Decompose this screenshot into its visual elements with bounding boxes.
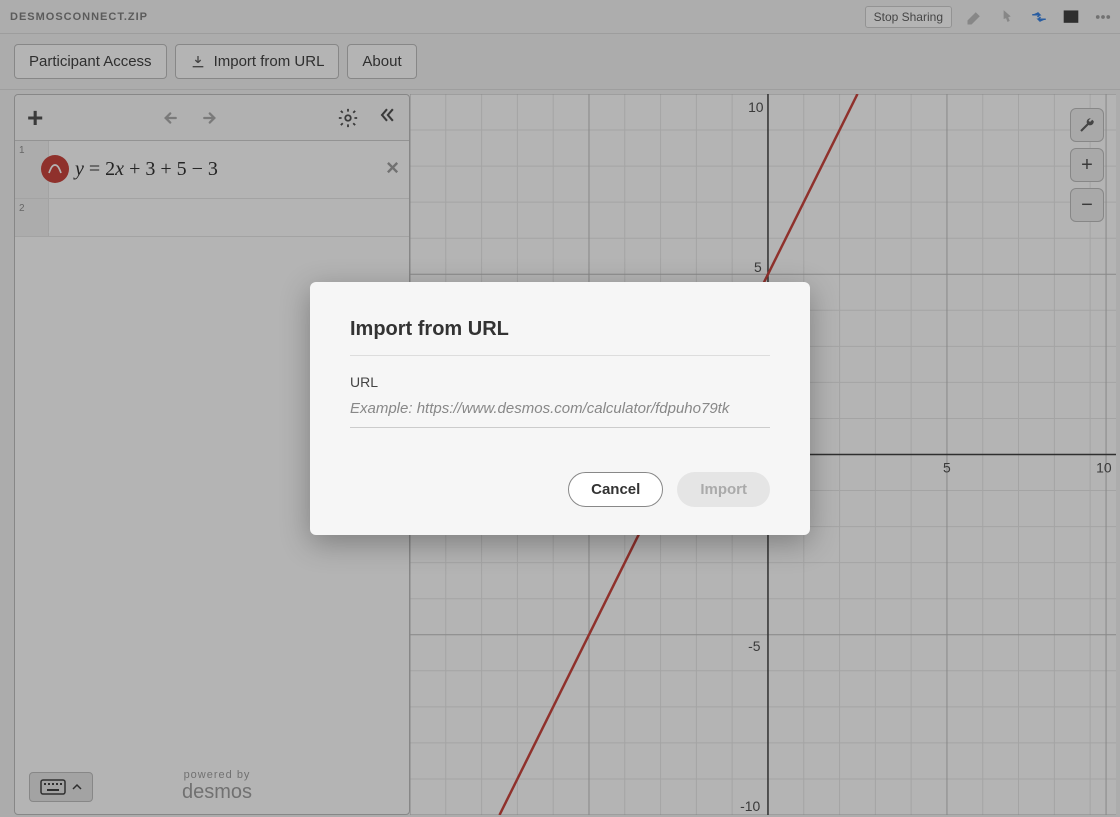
modal-title: Import from URL [350,318,770,341]
modal-overlay[interactable]: Import from URL URL Cancel Import [0,0,1120,817]
import-url-modal: Import from URL URL Cancel Import [310,282,810,535]
cancel-button[interactable]: Cancel [568,472,663,507]
divider [350,355,770,356]
modal-actions: Cancel Import [350,472,770,507]
url-field-label: URL [350,374,770,390]
import-button[interactable]: Import [677,472,770,507]
url-input[interactable] [350,396,770,428]
